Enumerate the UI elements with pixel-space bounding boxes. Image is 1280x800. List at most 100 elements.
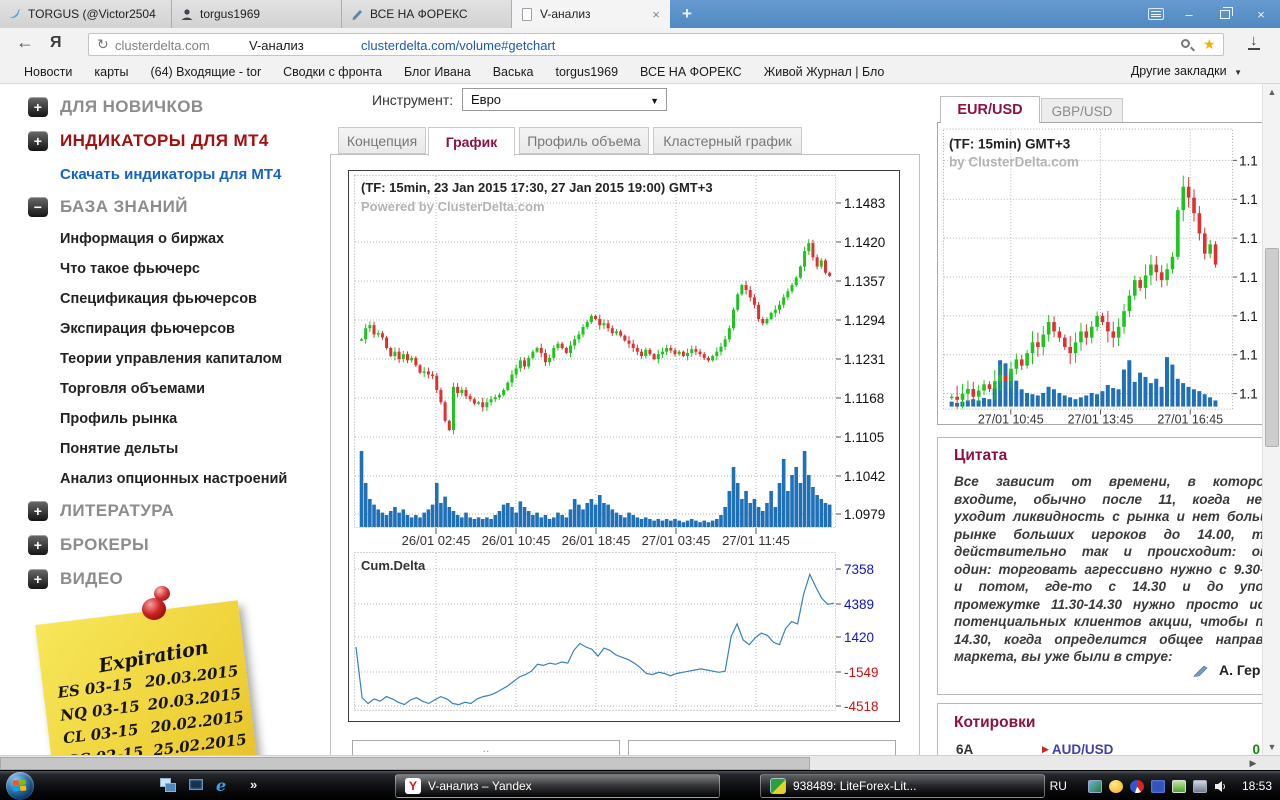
svg-text:4389: 4389: [844, 597, 874, 612]
bookmarks-bar: Новости карты (64) Входящие - tor Сводки с …: [0, 60, 1280, 84]
browser-tab-4[interactable]: V-анализ×: [512, 0, 670, 28]
vertical-scroll-thumb[interactable]: [1265, 248, 1279, 447]
maximize-button[interactable]: [1214, 7, 1236, 22]
sidebar-section-header[interactable]: +БРОКЕРЫ: [0, 528, 330, 562]
svg-text:1.1: 1.1: [1239, 231, 1258, 246]
tab-close-icon[interactable]: ×: [650, 7, 662, 22]
bookmark-item[interactable]: карты: [94, 65, 128, 79]
blue-app-tray-icon[interactable]: [1151, 780, 1165, 793]
quote-line: действительно так и происходит: от: [954, 543, 1262, 561]
sidebar-item[interactable]: Теории управления капиталом: [0, 344, 330, 374]
tab-gbpusd[interactable]: GBP/USD: [1041, 98, 1123, 124]
clock[interactable]: 18:53: [1242, 779, 1272, 793]
bookmark-item[interactable]: Блог Ивана: [404, 65, 471, 79]
volume-tray-icon[interactable]: [1214, 780, 1227, 793]
tab-eurusd[interactable]: EUR/USD: [940, 96, 1040, 123]
sidebar-item[interactable]: Что такое фьючерс: [0, 254, 330, 284]
svg-text:26/01 02:45: 26/01 02:45: [402, 533, 471, 548]
start-button[interactable]: [6, 772, 34, 800]
scroll-down-icon[interactable]: ▼: [1263, 739, 1280, 755]
tab-2[interactable]: График: [428, 127, 515, 156]
tab-list-icon[interactable]: [1148, 8, 1164, 20]
vertical-scrollbar[interactable]: ▲ ▼: [1262, 84, 1280, 755]
sidebar-item[interactable]: Понятие дельты: [0, 434, 330, 464]
bookmark-star-icon[interactable]: ★: [1203, 36, 1216, 53]
sidebar-item[interactable]: Анализ опционных настроений: [0, 464, 330, 494]
sidebar-item[interactable]: Профиль рынка: [0, 404, 330, 434]
quote-author: А. Гер: [1219, 662, 1260, 678]
sidebar-item[interactable]: Информация о биржах: [0, 224, 330, 254]
tab-4[interactable]: Кластерный график: [653, 127, 802, 154]
sidebar-section-label: ДЛЯ НОВИЧКОВ: [60, 97, 204, 117]
sidebar-item[interactable]: Экспирация фьючерсов: [0, 314, 330, 344]
sidebar-section-header[interactable]: + ДЛЯ НОВИЧКОВ: [0, 90, 330, 124]
expand-toggle-icon[interactable]: +: [28, 501, 48, 521]
reload-icon[interactable]: ↻: [97, 36, 109, 53]
browser-tab-2[interactable]: torgus1969: [172, 0, 342, 28]
quote-line: входите, обычно после 11, когда нем: [954, 491, 1262, 509]
language-indicator[interactable]: RU: [1050, 779, 1067, 793]
bookmark-item[interactable]: Живой Журнал | Бло: [764, 65, 885, 79]
liteforex-icon: [770, 778, 786, 794]
tab-3[interactable]: Профиль объема: [519, 127, 649, 154]
close-button[interactable]: ×: [1250, 7, 1272, 22]
scroll-up-icon[interactable]: ▲: [1263, 84, 1280, 100]
yandex-menu-button[interactable]: Я: [50, 34, 62, 52]
bookmark-item[interactable]: (64) Входящие - tor: [150, 65, 261, 79]
twitter-icon: [8, 7, 22, 21]
svg-text:Powered by ClusterDelta.com: Powered by ClusterDelta.com: [361, 199, 545, 214]
sidebar-section-header[interactable]: +ЛИТЕРАТУРА: [0, 494, 330, 528]
expand-toggle-icon[interactable]: +: [28, 97, 48, 117]
tab-1[interactable]: Концепция: [338, 127, 426, 154]
picture-tray-icon[interactable]: [1088, 780, 1102, 793]
horizontal-scrollbar[interactable]: ▶: [0, 755, 1280, 770]
svg-text:1.1105: 1.1105: [844, 430, 884, 445]
scroll-right-icon[interactable]: ▶: [1244, 756, 1262, 771]
back-button[interactable]: ←: [16, 32, 34, 53]
bookmark-item[interactable]: Новости: [24, 65, 72, 79]
new-tab-button[interactable]: +: [670, 0, 704, 28]
network-tray-icon[interactable]: [1193, 780, 1207, 793]
main-price-chart: 1.14831.14201.13571.12941.12311.11681.11…: [348, 170, 900, 722]
window-switcher-icon[interactable]: [160, 778, 178, 794]
search-icon[interactable]: [1181, 39, 1190, 48]
bookmark-item[interactable]: Сводки с фронта: [283, 65, 382, 79]
power-tray-icon[interactable]: [1172, 780, 1186, 793]
browser-tab-1[interactable]: TORGUS (@Victor2504: [0, 0, 172, 28]
quicklaunch-chevron-icon[interactable]: »: [250, 777, 257, 792]
downloads-button[interactable]: ↓: [1248, 33, 1260, 50]
svg-text:27/01 03:45: 27/01 03:45: [642, 533, 711, 548]
bookmark-item[interactable]: torgus1969: [555, 65, 618, 79]
page-url[interactable]: clusterdelta.com/volume#getchart: [361, 38, 555, 53]
sidebar-item[interactable]: Спецификация фьючерсов: [0, 284, 330, 314]
instrument-select[interactable]: Евро ▼: [462, 88, 667, 111]
svg-text:1.1420: 1.1420: [844, 235, 885, 250]
taskbar-button-1[interactable]: YV-анализ – Yandex: [395, 774, 720, 798]
show-desktop-icon[interactable]: [188, 778, 206, 794]
mini-chart-box: 1.11.11.11.11.11.11.127/01 10:4527/01 13…: [937, 122, 1262, 425]
bookmark-item[interactable]: ВСЕ НА ФОРЕКС: [640, 65, 742, 79]
app-swirl-tray-icon[interactable]: [1130, 780, 1144, 793]
bookmark-item[interactable]: Васька: [493, 65, 534, 79]
address-bar[interactable]: ↻ clusterdelta.com V-анализ clusterdelta…: [88, 33, 1224, 56]
horizontal-scroll-thumb[interactable]: [0, 757, 810, 770]
internet-explorer-icon[interactable]: e: [216, 778, 234, 794]
sidebar-section-header[interactable]: −БАЗА ЗНАНИЙ: [0, 190, 330, 224]
expand-toggle-icon[interactable]: −: [28, 197, 48, 217]
svg-text:7358: 7358: [844, 562, 874, 577]
quote-panel-title: Цитата: [954, 447, 1262, 465]
browser-tab-3[interactable]: ВСЕ НА ФОРЕКС: [342, 0, 512, 28]
minimize-button[interactable]: –: [1178, 7, 1200, 22]
expand-toggle-icon[interactable]: +: [28, 131, 48, 151]
quote-line: уходит ликвидность с рынка и нет больш: [954, 508, 1262, 526]
sidebar-section-header[interactable]: +ИНДИКАТОРЫ ДЛЯ МТ4: [0, 124, 330, 158]
expand-toggle-icon[interactable]: +: [28, 535, 48, 555]
select-caret-icon: ▼: [650, 96, 659, 106]
smiley-tray-icon[interactable]: [1109, 780, 1123, 793]
sidebar-item[interactable]: Торговля объемами: [0, 374, 330, 404]
chevron-down-icon: ▼: [1234, 68, 1242, 77]
taskbar-button-2[interactable]: 938489: LiteForex-Lit...: [760, 774, 1045, 798]
other-bookmarks-button[interactable]: Другие закладки ▼: [1131, 64, 1242, 78]
expand-toggle-icon[interactable]: +: [28, 569, 48, 589]
sidebar-link[interactable]: Скачать индикаторы для МТ4: [0, 158, 330, 190]
